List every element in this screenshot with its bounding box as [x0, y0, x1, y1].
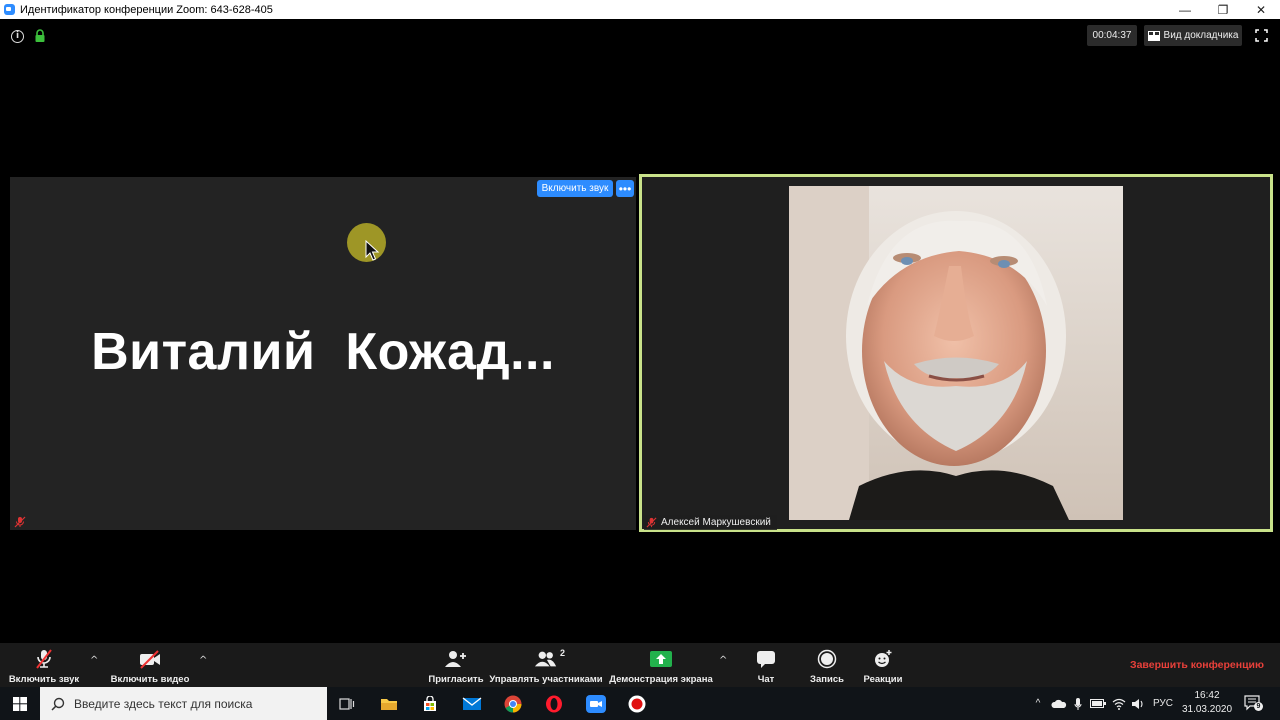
close-button[interactable]: ✕: [1242, 0, 1280, 19]
users-icon: [534, 651, 557, 667]
meeting-timer: 00:04:37: [1087, 25, 1137, 46]
participant-video-image: [789, 186, 1123, 520]
lock-icon[interactable]: [34, 29, 46, 43]
record-icon: [817, 649, 837, 669]
store-icon[interactable]: [410, 687, 450, 720]
zoom-logo-icon: [4, 4, 15, 15]
audio-label: Включить звук: [8, 674, 80, 685]
participant-video: [789, 186, 1123, 520]
mouse-cursor-icon: [365, 240, 380, 261]
notifications-button[interactable]: 9: [1244, 695, 1263, 711]
record-button[interactable]: Запись: [804, 643, 850, 687]
mic-muted-icon: [646, 517, 657, 528]
record-label: Запись: [810, 674, 844, 685]
reactions-icon: [875, 650, 892, 667]
add-user-icon: [445, 651, 466, 667]
end-meeting-button[interactable]: Завершить конференцию: [1130, 659, 1264, 671]
search-placeholder: Введите здесь текст для поиска: [74, 696, 253, 711]
window-titlebar: Идентификатор конференции Zoom: 643-628-…: [0, 0, 1280, 19]
audio-button[interactable]: Включить звук: [6, 643, 82, 687]
audio-options-caret[interactable]: ^: [90, 655, 102, 666]
chat-button[interactable]: Чат: [746, 643, 786, 687]
volume-icon[interactable]: [1129, 687, 1147, 720]
taskbar-search[interactable]: Введите здесь текст для поиска: [40, 687, 327, 720]
mail-icon[interactable]: [452, 687, 492, 720]
grid-icon: [1147, 30, 1160, 41]
wifi-icon[interactable]: [1110, 687, 1128, 720]
participant-name-large: Виталий Кожад...: [91, 323, 555, 381]
reactions-button[interactable]: Реакции: [858, 643, 908, 687]
chrome-icon[interactable]: [493, 687, 533, 720]
clock-time: 16:42: [1194, 690, 1220, 701]
participants-button[interactable]: Управлять участниками: [489, 643, 603, 687]
speaker-view-button[interactable]: Вид докладчика: [1144, 25, 1242, 46]
microphone-tray-icon[interactable]: [1070, 687, 1086, 720]
windows-taskbar: Введите здесь текст для поиска ^ РУС 16:…: [0, 687, 1280, 720]
battery-icon[interactable]: [1089, 687, 1107, 720]
mic-muted-icon: [36, 649, 52, 669]
notification-count: 9: [1254, 702, 1263, 711]
clock-date: 31.03.2020: [1181, 704, 1233, 715]
video-off-icon: [140, 650, 160, 669]
opera-icon[interactable]: [534, 687, 574, 720]
search-icon: [51, 697, 65, 711]
share-screen-label: Демонстрация экрана: [609, 674, 713, 685]
video-label: Включить видео: [110, 674, 190, 685]
participants-label: Управлять участниками: [489, 674, 603, 685]
restore-button[interactable]: ❐: [1204, 0, 1242, 19]
tray-expand-icon[interactable]: ^: [1030, 687, 1046, 720]
taskbar-clock[interactable]: 16:42 31.03.2020: [1178, 689, 1236, 717]
minimize-button[interactable]: —: [1166, 0, 1204, 19]
speaker-view-label: Вид докладчика: [1163, 30, 1239, 41]
chat-label: Чат: [757, 674, 775, 685]
task-view-icon[interactable]: [327, 687, 367, 720]
participant-name-label: Алексей Маркушевский: [644, 515, 777, 530]
meeting-toolbar: Включить звук ^ Включить видео ^ Приглас…: [0, 643, 1280, 687]
file-explorer-icon[interactable]: [369, 687, 409, 720]
zoom-app-icon[interactable]: [576, 687, 616, 720]
participant-tile-right[interactable]: Алексей Маркушевский: [639, 174, 1273, 532]
recorder-app-icon[interactable]: [617, 687, 657, 720]
invite-label: Пригласить: [428, 674, 484, 685]
chat-icon: [757, 651, 775, 668]
unmute-button[interactable]: Включить звук: [537, 180, 613, 197]
participants-count: 2: [560, 648, 566, 658]
reactions-label: Реакции: [863, 674, 903, 685]
share-screen-icon: [650, 651, 672, 667]
video-button[interactable]: Включить видео: [110, 643, 190, 687]
language-indicator[interactable]: РУС: [1150, 687, 1176, 720]
start-button[interactable]: [0, 687, 40, 720]
participant-tile-left[interactable]: Включить звук ••• Виталий Кожад...: [10, 177, 636, 530]
onedrive-icon[interactable]: [1050, 687, 1068, 720]
invite-button[interactable]: Пригласить: [426, 643, 486, 687]
share-options-caret[interactable]: ^: [719, 655, 731, 666]
fullscreen-icon[interactable]: [1255, 29, 1268, 42]
windows-icon: [13, 696, 27, 711]
video-options-caret[interactable]: ^: [199, 655, 211, 666]
mic-muted-icon: [14, 516, 26, 528]
share-screen-button[interactable]: Демонстрация экрана: [606, 643, 716, 687]
info-icon[interactable]: i: [11, 30, 24, 43]
more-options-button[interactable]: •••: [616, 180, 634, 197]
participant-name: Алексей Маркушевский: [661, 517, 771, 528]
window-title: Идентификатор конференции Zoom: 643-628-…: [20, 3, 273, 16]
